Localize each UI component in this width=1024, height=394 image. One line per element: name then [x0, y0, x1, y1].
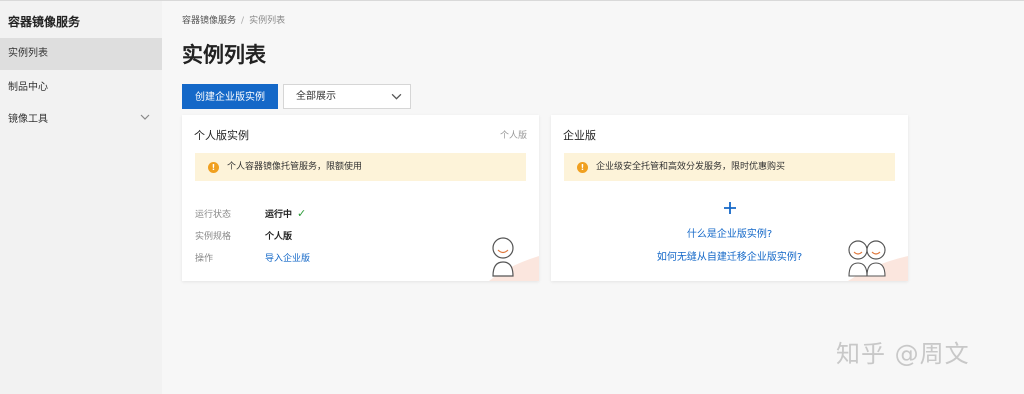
sidebar-item-artifacts[interactable]: 制品中心 [0, 72, 162, 104]
create-enterprise-instance-button[interactable]: 创建企业版实例 [182, 84, 278, 109]
sidebar-item-label: 镜像工具 [8, 114, 48, 125]
sidebar-item-label: 制品中心 [8, 82, 48, 93]
enterprise-instance-card: 企业版 ! 企业级安全托管和高效分发服务，限时优惠购买 什么是企业版实例? 如何… [551, 115, 908, 281]
breadcrumb: 容器镜像服务 / 实例列表 [182, 13, 285, 26]
sidebar-item-label: 实例列表 [8, 48, 48, 59]
chevron-down-icon [140, 104, 150, 136]
filter-select[interactable]: 全部展示 [283, 84, 411, 109]
sidebar-item-image-tools[interactable]: 镜像工具 [0, 104, 162, 136]
notice-banner: ! 企业级安全托管和高效分发服务，限时优惠购买 [564, 153, 895, 181]
check-icon: ✓ [297, 207, 307, 220]
import-enterprise-link[interactable]: 导入企业版 [265, 251, 310, 264]
warning-icon: ! [577, 162, 588, 173]
status-text: 运行中 [265, 210, 293, 220]
personal-instance-card: 个人版实例 个人版 ! 个人容器镜像托管服务，限额使用 运行状态 运行中 ✓ 实例… [182, 115, 539, 281]
sidebar-title: 容器镜像服务 [8, 15, 81, 29]
action-label: 操作 [195, 254, 214, 264]
notice-text: 个人容器镜像托管服务，限额使用 [227, 162, 363, 172]
warning-icon: ! [208, 162, 219, 173]
page-title: 实例列表 [182, 43, 266, 67]
spec-value: 个人版 [265, 232, 293, 242]
sidebar-item-instances[interactable]: 实例列表 [0, 38, 162, 70]
breadcrumb-current: 实例列表 [249, 16, 286, 26]
watermark: 知乎 @周文 [836, 340, 970, 368]
two-person-avatar-icon [848, 240, 908, 281]
spec-label: 实例规格 [195, 232, 232, 242]
edition-tag: 个人版 [499, 131, 527, 141]
notice-text: 企业级安全托管和高效分发服务，限时优惠购买 [596, 162, 786, 172]
sidebar: 容器镜像服务 实例列表 制品中心 镜像工具 [0, 1, 162, 394]
breadcrumb-root[interactable]: 容器镜像服务 [182, 16, 236, 26]
filter-select-value: 全部展示 [296, 91, 336, 102]
plus-icon[interactable] [551, 197, 908, 219]
card-title: 企业版 [563, 129, 596, 142]
chevron-down-icon [391, 85, 402, 108]
person-avatar-icon [489, 237, 539, 281]
status-value: 运行中 ✓ [265, 207, 306, 220]
card-title: 个人版实例 [194, 129, 249, 142]
status-label: 运行状态 [195, 210, 232, 220]
breadcrumb-separator: / [241, 16, 245, 26]
notice-banner: ! 个人容器镜像托管服务，限额使用 [195, 153, 526, 181]
